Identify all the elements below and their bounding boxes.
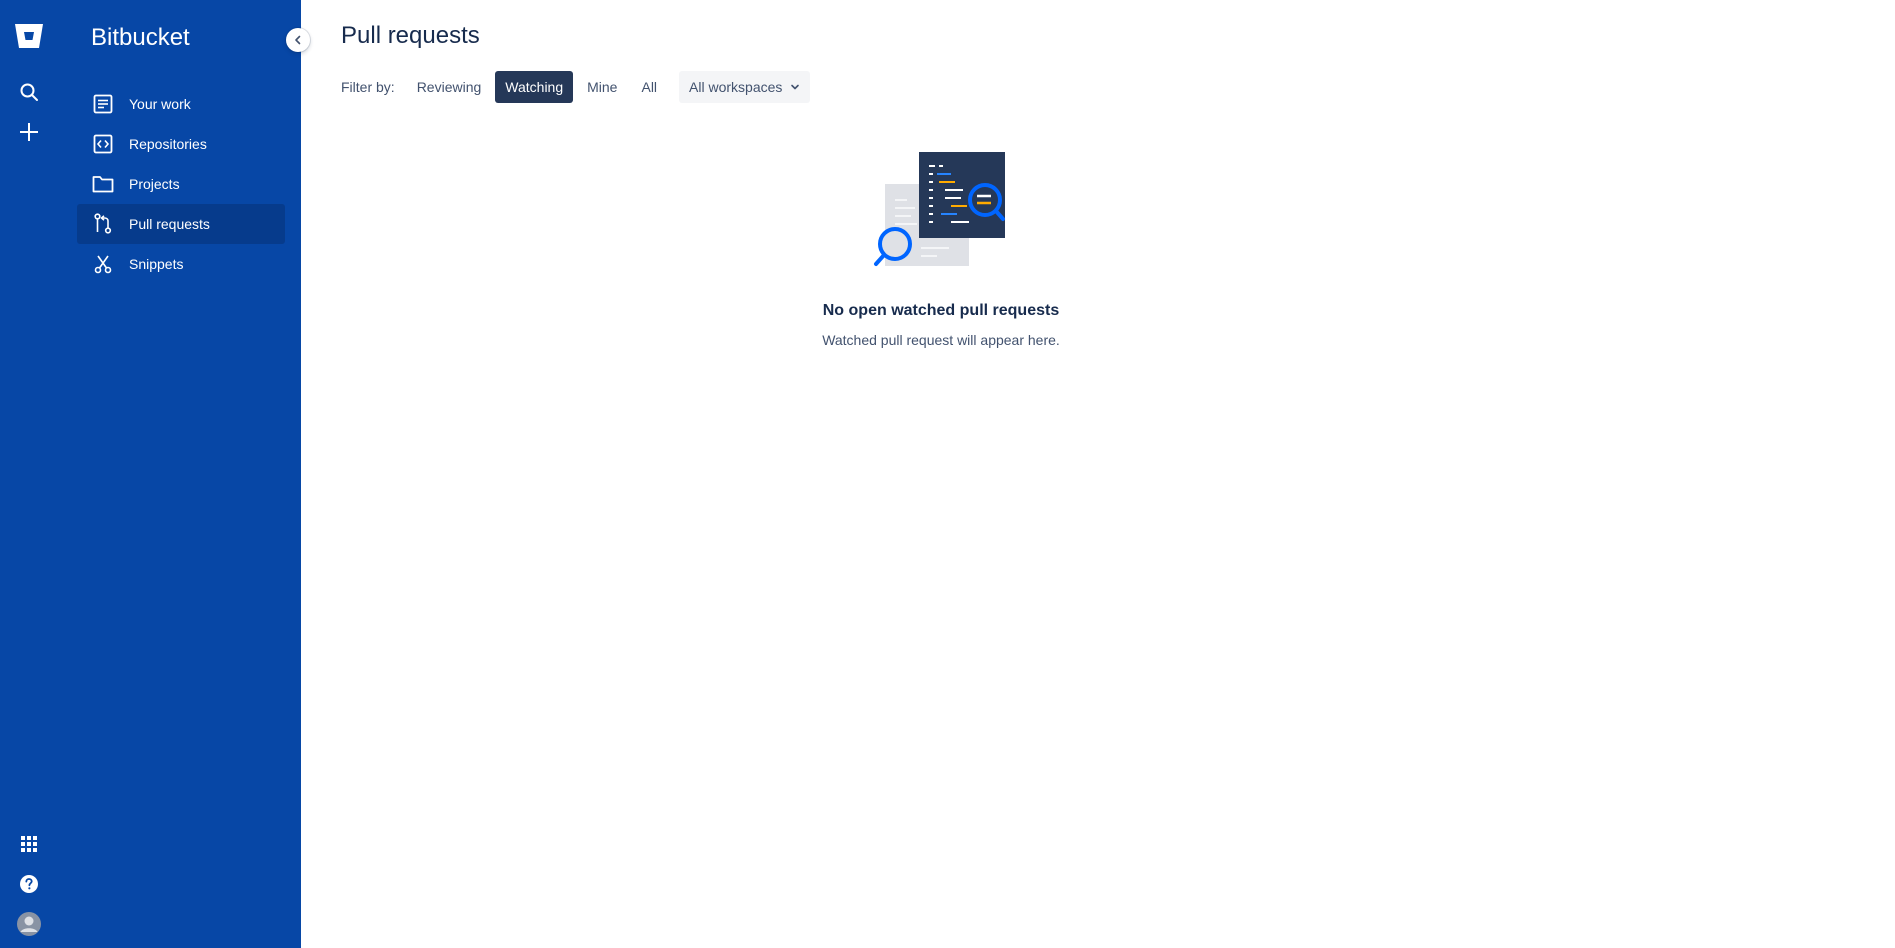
chevron-down-icon: [790, 82, 800, 92]
sidebar-item-repositories[interactable]: Repositories: [77, 124, 285, 164]
main-content: Pull requests Filter by: Reviewing Watch…: [341, 0, 1895, 948]
avatar[interactable]: [13, 908, 45, 940]
sidebar-item-label: Your work: [129, 96, 191, 112]
collapse-sidebar-button[interactable]: [286, 28, 310, 52]
filter-reviewing-button[interactable]: Reviewing: [407, 71, 492, 103]
your-work-icon: [91, 92, 115, 116]
bitbucket-logo[interactable]: [13, 20, 45, 52]
product-sidebar: Bitbucket Your work Repositories Project…: [58, 0, 310, 948]
filter-label: Filter by:: [341, 79, 395, 95]
sidebar-item-snippets[interactable]: Snippets: [77, 244, 285, 284]
sidebar-item-label: Snippets: [129, 256, 184, 272]
repositories-icon: [91, 132, 115, 156]
snippets-icon: [91, 252, 115, 276]
sidebar-nav: Your work Repositories Projects Pull req…: [77, 84, 285, 284]
pull-requests-icon: [91, 212, 115, 236]
help-icon[interactable]: [13, 868, 45, 900]
product-title: Bitbucket: [91, 24, 190, 51]
workspace-select-value: All workspaces: [689, 79, 783, 95]
empty-state: No open watched pull requests Watched pu…: [761, 150, 1121, 348]
app-switcher-icon[interactable]: [13, 828, 45, 860]
sidebar-item-label: Pull requests: [129, 216, 210, 232]
filter-all-button[interactable]: All: [631, 71, 667, 103]
filter-bar: Filter by: Reviewing Watching Mine All A…: [341, 70, 811, 104]
sidebar-item-pull-requests[interactable]: Pull requests: [77, 204, 285, 244]
sidebar-item-label: Projects: [129, 176, 180, 192]
empty-state-title: No open watched pull requests: [822, 302, 1060, 319]
sidebar-item-label: Repositories: [129, 136, 207, 152]
global-navigation-rail: [0, 0, 58, 948]
chevron-left-icon: [295, 35, 301, 45]
filter-watching-button[interactable]: Watching: [495, 71, 574, 103]
empty-state-illustration: [874, 152, 1005, 266]
sidebar-item-your-work[interactable]: Your work: [77, 84, 285, 124]
create-icon[interactable]: [13, 116, 45, 148]
filter-mine-button[interactable]: Mine: [577, 71, 627, 103]
workspace-select[interactable]: All workspaces: [679, 71, 811, 103]
page-title: Pull requests: [341, 22, 480, 49]
sidebar-item-projects[interactable]: Projects: [77, 164, 285, 204]
search-icon[interactable]: [13, 76, 45, 108]
empty-state-subtitle: Watched pull request will appear here.: [822, 332, 1060, 348]
projects-icon: [91, 172, 115, 196]
